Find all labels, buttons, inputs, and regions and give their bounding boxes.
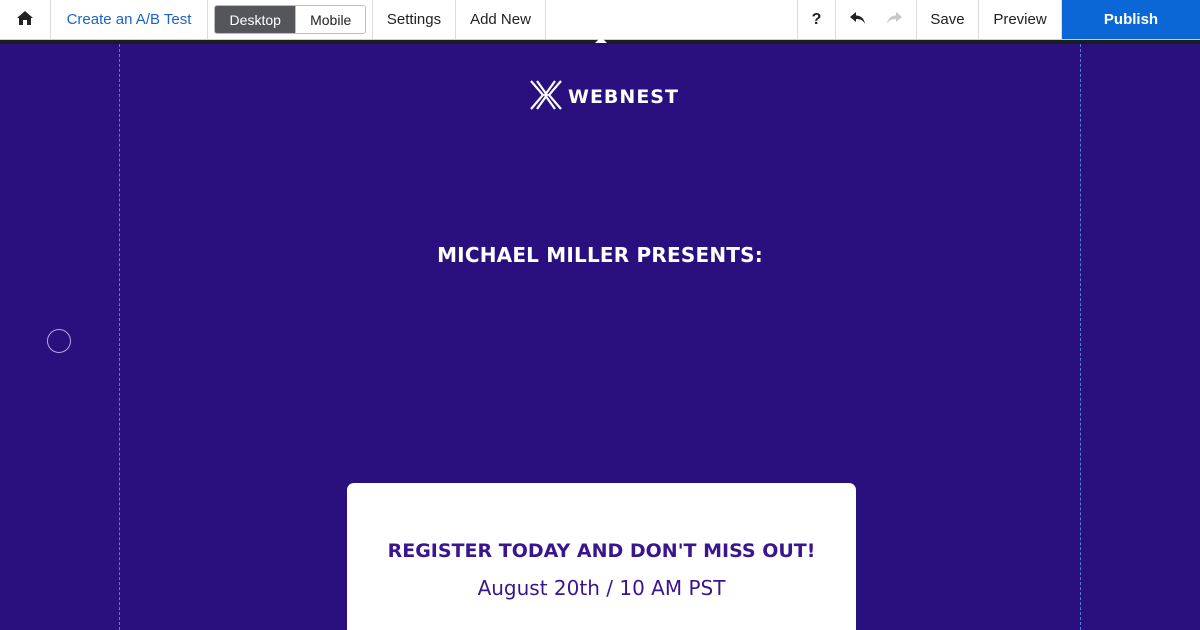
create-ab-test-link[interactable]: Create an A/B Test (51, 0, 208, 39)
logo-text: WEBNEST (568, 86, 679, 108)
redo-icon[interactable] (885, 11, 903, 29)
help-button[interactable]: ? (798, 0, 836, 39)
view-mode-group: Desktop Mobile (208, 0, 373, 39)
mobile-view-button[interactable]: Mobile (295, 6, 365, 33)
undo-icon[interactable] (849, 11, 867, 29)
settings-button[interactable]: Settings (373, 0, 456, 39)
preview-button[interactable]: Preview (979, 0, 1062, 39)
desktop-view-button[interactable]: Desktop (215, 6, 296, 33)
registration-card[interactable]: REGISTER TODAY AND DON'T MISS OUT! Augus… (347, 483, 856, 630)
register-headline[interactable]: REGISTER TODAY AND DON'T MISS OUT! (347, 540, 856, 562)
save-button[interactable]: Save (917, 0, 979, 39)
add-new-button[interactable]: Add New (456, 0, 546, 39)
home-icon (16, 10, 34, 30)
event-date[interactable]: August 20th / 10 AM PST (347, 576, 856, 600)
home-button[interactable] (0, 0, 51, 39)
undo-redo-group (836, 0, 917, 39)
left-content-guide (119, 44, 120, 630)
view-mode-toggle: Desktop Mobile (214, 5, 366, 34)
presents-heading[interactable]: MICHAEL MILLER PRESENTS: (0, 243, 1200, 267)
toolbar-spacer (546, 0, 798, 39)
right-content-guide (1080, 44, 1081, 630)
section-handle-icon[interactable] (47, 329, 71, 353)
section-caret-icon (595, 37, 607, 43)
webnest-logo[interactable]: WEBNEST (529, 78, 679, 117)
publish-button[interactable]: Publish (1062, 0, 1200, 39)
editor-toolbar: Create an A/B Test Desktop Mobile Settin… (0, 0, 1200, 40)
webnest-logo-icon (529, 78, 563, 117)
